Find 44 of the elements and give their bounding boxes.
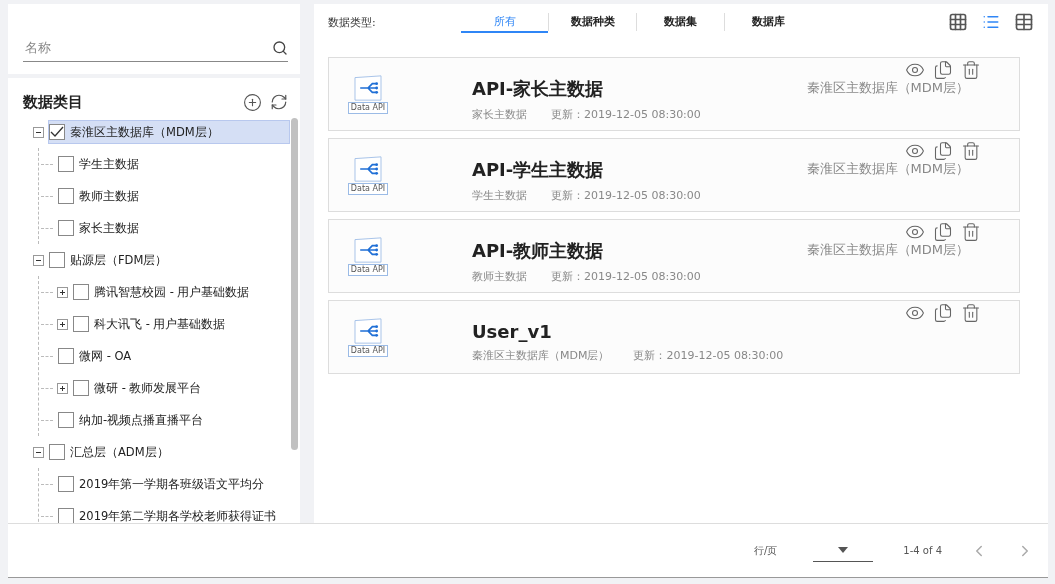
- card-updated: 更新：2019-12-05 08:30:00: [633, 348, 784, 363]
- filter-label: 数据类型:: [328, 14, 377, 30]
- filter-tab[interactable]: 所有: [461, 11, 548, 33]
- filter-tab[interactable]: 数据库: [725, 11, 812, 33]
- tree-item[interactable]: 腾讯智慧校园 - 用户基础数据: [72, 280, 290, 304]
- tree-item[interactable]: 学生主数据: [57, 152, 290, 176]
- icon-label: Data API: [347, 182, 389, 195]
- data-card[interactable]: Data API API-教师主数据 教师主数据 更新：2019-12-05 08:30:00 秦淮区主数据库（MDM层）: [328, 219, 1020, 293]
- data-card[interactable]: Data API API-家长主数据 家长主数据 更新：2019-12-05 08:30:00 秦淮区主数据库（MDM层）: [328, 57, 1020, 131]
- tree-item[interactable]: 贴源层（FDM层）: [48, 248, 290, 272]
- icon-label: Data API: [347, 263, 389, 276]
- tree-item[interactable]: 2019年第二学期各学校老师获得证书: [57, 504, 290, 523]
- filter-tab[interactable]: 数据集: [637, 11, 724, 33]
- card-source: 秦淮区主数据库（MDM层）: [806, 241, 969, 259]
- tree-item[interactable]: 教师主数据: [57, 184, 290, 208]
- filter-tab[interactable]: 数据种类: [549, 11, 636, 33]
- card-category: 教师主数据: [472, 268, 527, 284]
- card-title: API-学生主数据: [472, 157, 605, 182]
- card-source: 秦淮区主数据库（MDM层）: [806, 160, 969, 178]
- tree-item[interactable]: 汇总层（ADM层）: [48, 440, 290, 464]
- card-updated: 更新：2019-12-05 08:30:00: [551, 187, 701, 203]
- tree-item[interactable]: 纳加-视频点播直播平台: [57, 408, 290, 432]
- tree-item[interactable]: 微网 - OA: [57, 344, 290, 368]
- card-title: API-家长主数据: [472, 76, 605, 101]
- icon-label: Data API: [347, 101, 389, 114]
- card-category: 家长主数据: [472, 106, 527, 122]
- card-updated: 更新：2019-12-05 08:30:00: [551, 106, 701, 122]
- rows-per-page-label: 行/页: [753, 543, 778, 558]
- tree-item[interactable]: 科大讯飞 - 用户基础数据: [72, 312, 290, 336]
- card-title: User_v1: [472, 321, 553, 342]
- tree-item[interactable]: 2019年第一学期各班级语文平均分: [57, 472, 290, 496]
- card-category: 秦淮区主数据库（MDM层）: [472, 348, 610, 363]
- tree-item[interactable]: 微研 - 教师发展平台: [72, 376, 290, 400]
- card-source: 秦淮区主数据库（MDM层）: [806, 79, 969, 97]
- tree-item[interactable]: 秦淮区主数据库（MDM层）: [48, 120, 290, 144]
- section-title: 数据类目: [23, 92, 83, 112]
- icon-label: Data API: [347, 344, 389, 357]
- data-card[interactable]: Data API User_v1 秦淮区主数据库（MDM层） 更新：2019-12-05 08:30:00: [328, 300, 1020, 374]
- tree-item[interactable]: 家长主数据: [57, 216, 290, 240]
- card-title: API-教师主数据: [472, 238, 605, 263]
- page-range: 1-4 of 4: [903, 545, 942, 556]
- card-category: 学生主数据: [472, 187, 527, 203]
- card-updated: 更新：2019-12-05 08:30:00: [551, 268, 701, 284]
- data-card[interactable]: Data API API-学生主数据 学生主数据 更新：2019-12-05 08:30:00 秦淮区主数据库（MDM层）: [328, 138, 1020, 212]
